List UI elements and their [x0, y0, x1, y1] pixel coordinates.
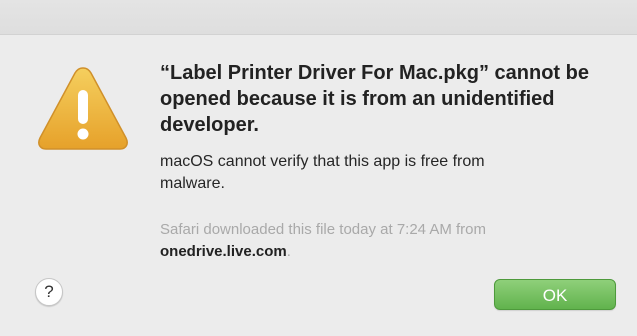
download-source-domain: onedrive.live.com [160, 243, 287, 260]
download-source-period: . [286, 243, 291, 260]
unidentified-developer-alert: “Label Printer Driver For Mac.pkg” canno… [0, 0, 637, 336]
alert-headline: “Label Printer Driver For Mac.pkg” canno… [160, 62, 589, 136]
download-source-text: Safari downloaded this file today at 7:2… [160, 221, 487, 238]
window-title-strip [0, 0, 637, 35]
warning-icon [38, 67, 128, 150]
download-source-info: Safari downloaded this file today at 7:2… [160, 219, 600, 263]
alert-message: macOS cannot verify that this app is fre… [160, 153, 485, 192]
ok-button[interactable]: OK [494, 279, 616, 310]
help-button[interactable]: ? [35, 278, 63, 306]
